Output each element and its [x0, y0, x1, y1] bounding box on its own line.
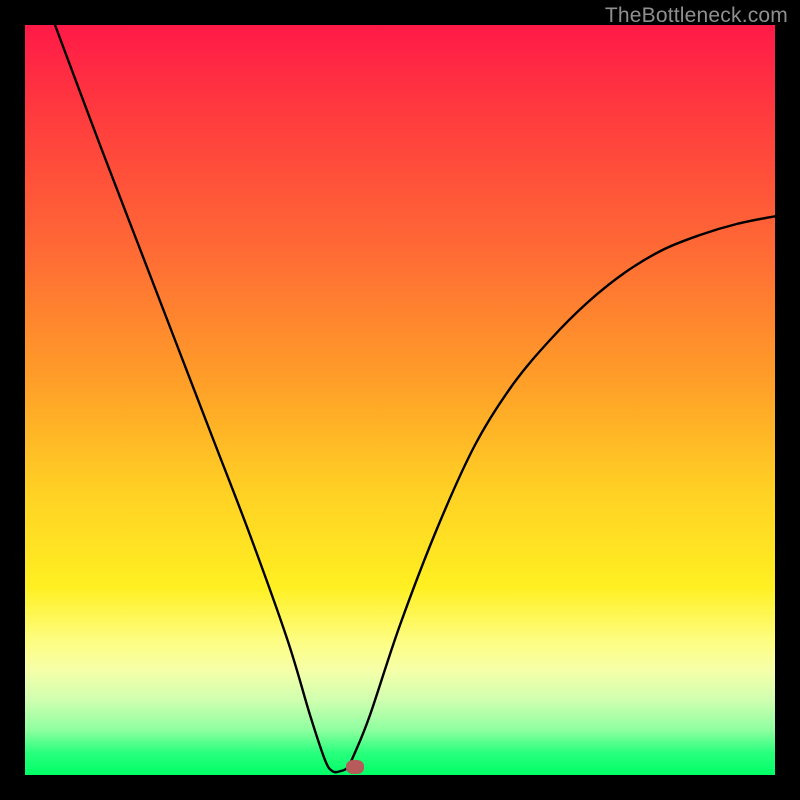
plot-gradient-area [25, 25, 775, 775]
chart-frame: TheBottleneck.com [0, 0, 800, 800]
balance-marker [346, 760, 364, 774]
watermark-text: TheBottleneck.com [605, 4, 788, 28]
